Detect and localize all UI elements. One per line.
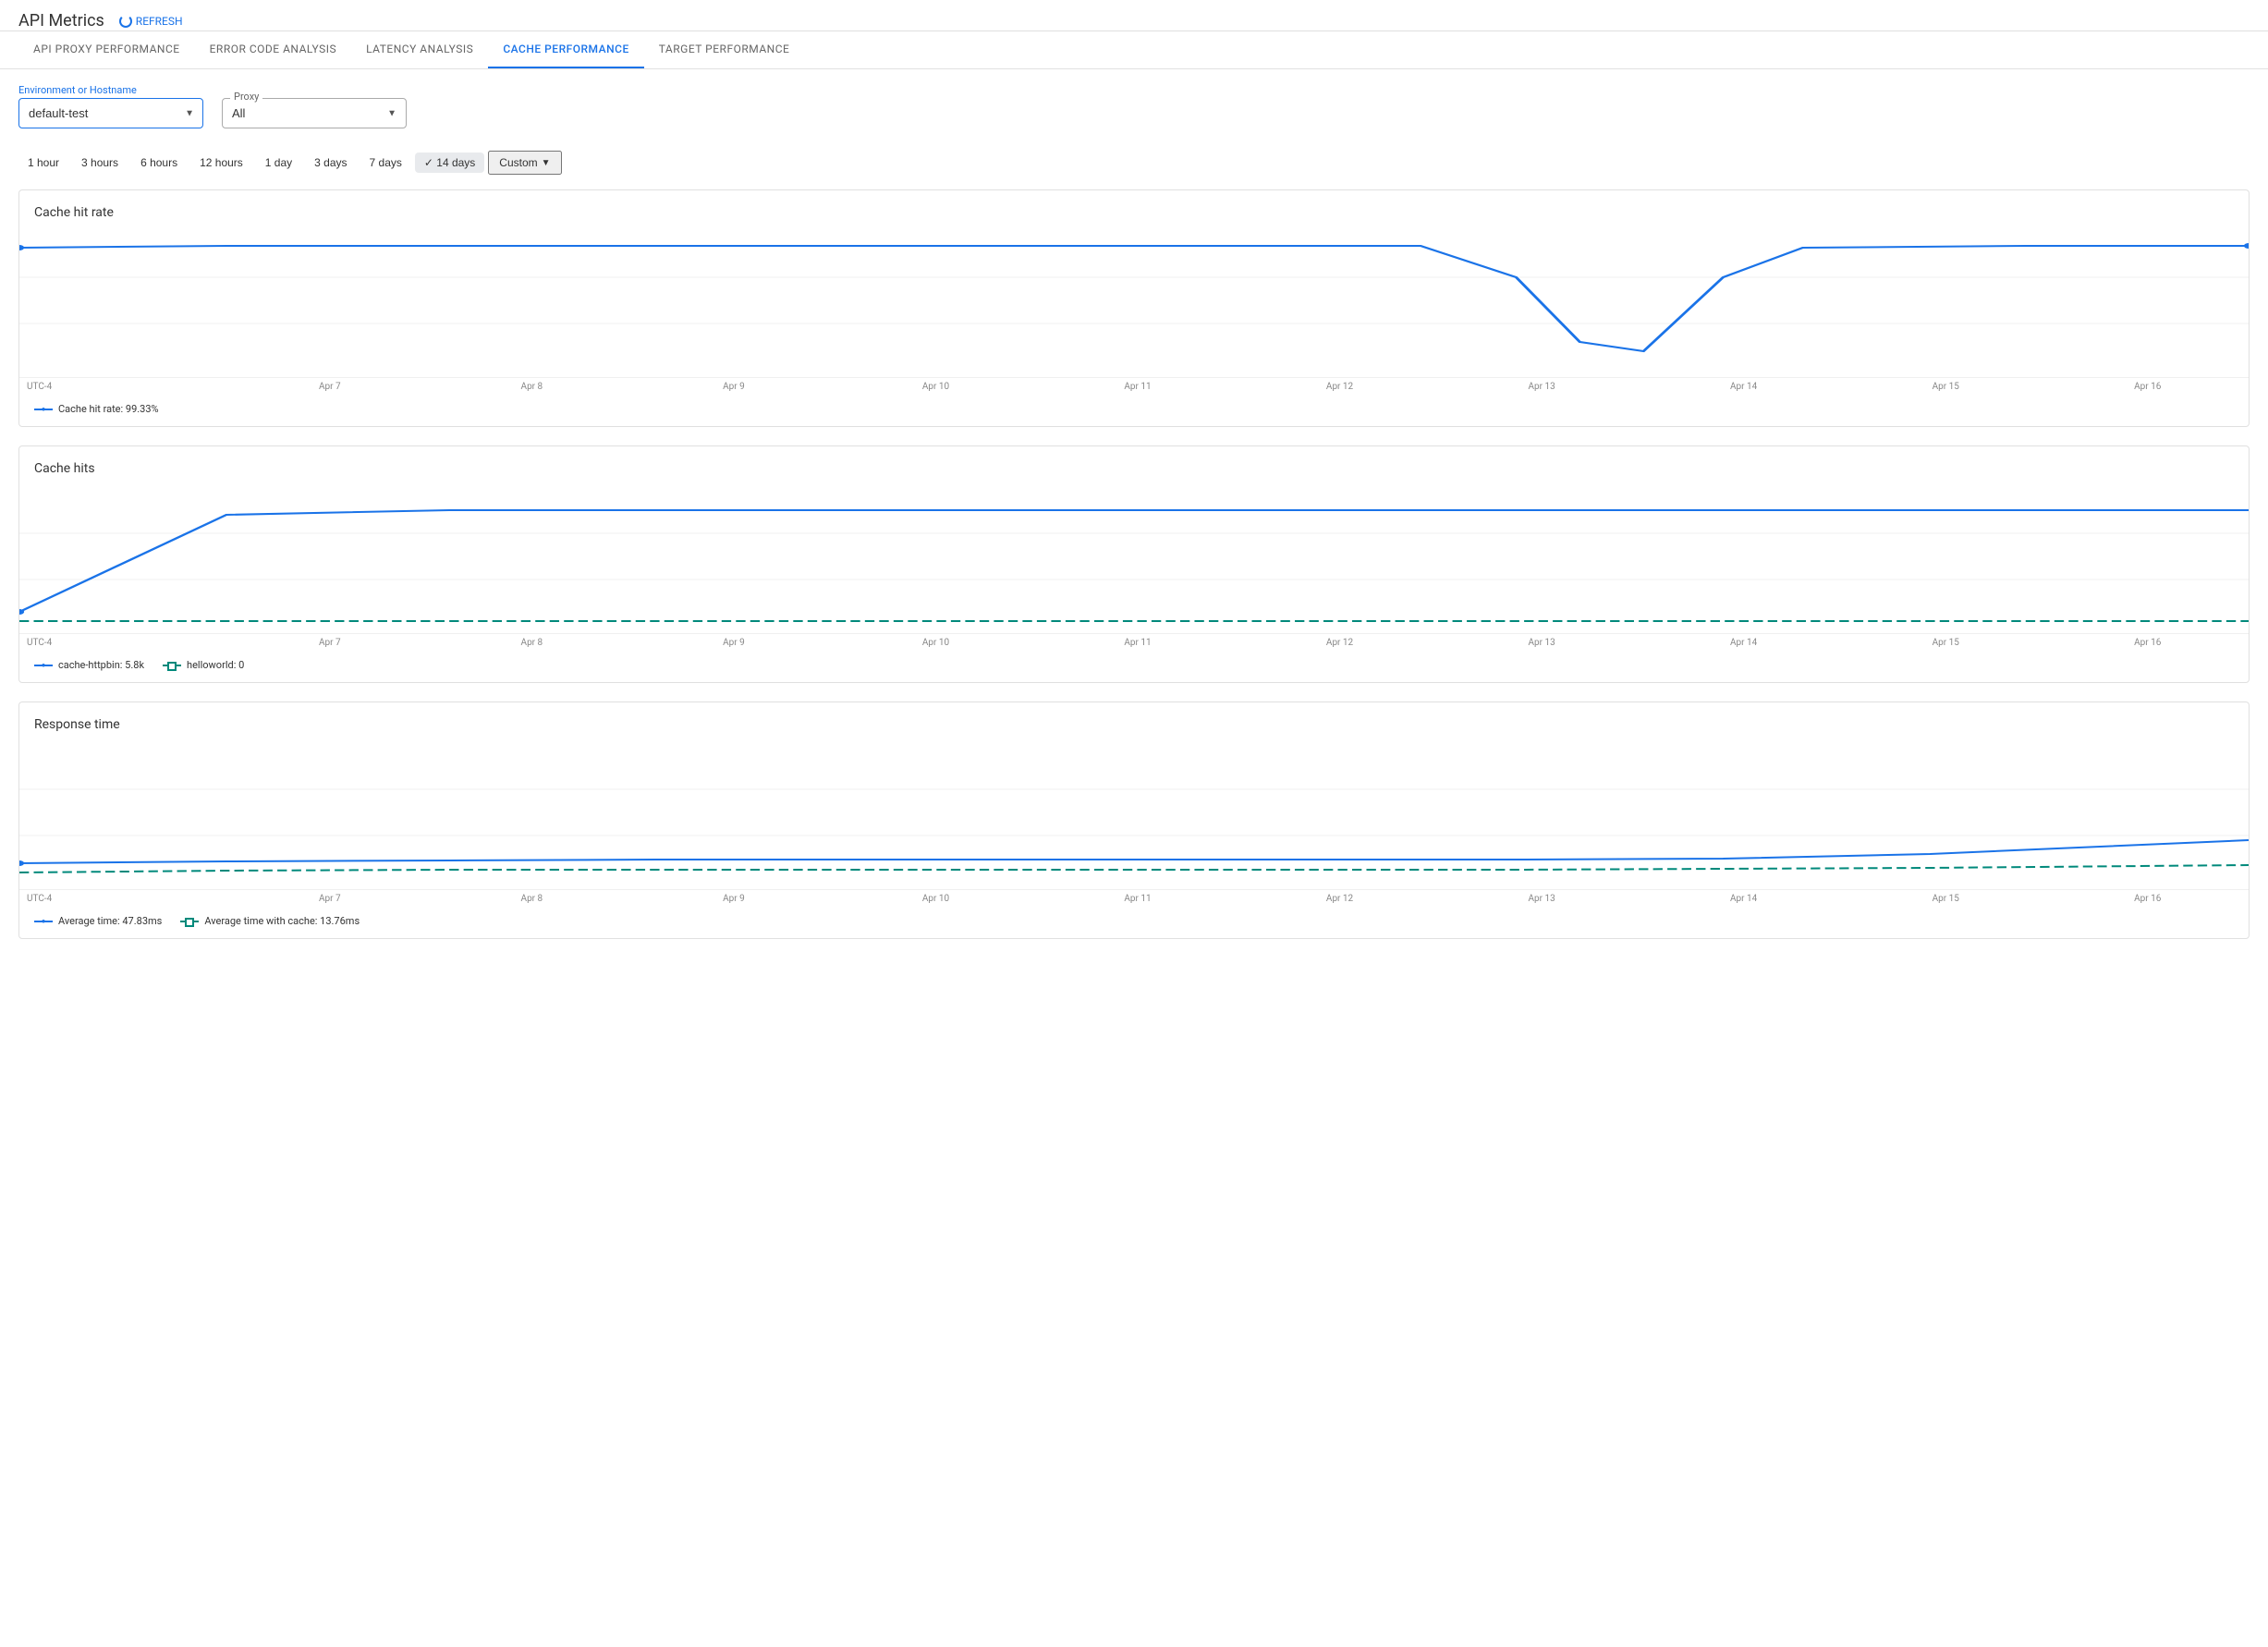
x-label-apr9-2: Apr 9	[633, 638, 835, 648]
legend-helloworld: helloworld: 0	[163, 659, 244, 671]
cache-hit-rate-area	[19, 231, 2249, 370]
legend-blue-line-2	[34, 665, 53, 666]
time-7days[interactable]: 7 days	[360, 152, 411, 173]
response-time-chart: Response time UTC-4 Apr 7 Apr 8 Apr 9 Ap…	[18, 702, 2250, 939]
time-1day[interactable]: 1 day	[256, 152, 301, 173]
time-filter-bar: 1 hour 3 hours 6 hours 12 hours 1 day 3 …	[0, 143, 2268, 189]
response-time-title: Response time	[19, 717, 2249, 743]
x-label-apr9-3: Apr 9	[633, 894, 835, 904]
legend-blue-line-3	[34, 921, 53, 922]
x-label-apr11-3: Apr 11	[1037, 894, 1239, 904]
x-label-apr15-3: Apr 15	[1845, 894, 2047, 904]
x-label-apr10-2: Apr 10	[835, 638, 1037, 648]
tab-target[interactable]: TARGET PERFORMANCE	[644, 31, 805, 68]
x-label-utc4: UTC-4	[19, 382, 229, 392]
proxy-select[interactable]: All	[223, 99, 389, 128]
x-label-apr10-3: Apr 10	[835, 894, 1037, 904]
cache-hits-title: Cache hits	[19, 461, 2249, 487]
legend-cache-httpbin: cache-httpbin: 5.8k	[34, 659, 144, 671]
tab-latency[interactable]: LATENCY ANALYSIS	[351, 31, 488, 68]
time-12hours[interactable]: 12 hours	[190, 152, 252, 173]
cache-hit-rate-title: Cache hit rate	[19, 205, 2249, 231]
cache-hit-rate-legend: Cache hit rate: 99.33%	[19, 396, 2249, 426]
page-title: API Metrics	[18, 11, 104, 30]
legend-blue-line	[34, 409, 53, 410]
tab-cache[interactable]: CACHE PERFORMANCE	[488, 31, 643, 68]
x-label-apr15-2: Apr 15	[1845, 638, 2047, 648]
environment-label: Environment or Hostname	[18, 84, 203, 96]
refresh-label: REFRESH	[136, 15, 183, 28]
page-header: API Metrics REFRESH	[0, 0, 2268, 31]
refresh-icon	[119, 15, 132, 28]
legend-avg-time-cache: Average time with cache: 13.76ms	[180, 915, 360, 927]
x-label-apr12-2: Apr 12	[1238, 638, 1441, 648]
legend-helloworld-label: helloworld: 0	[187, 659, 244, 671]
time-3days[interactable]: 3 days	[305, 152, 356, 173]
time-custom[interactable]: Custom	[488, 151, 561, 175]
environment-select-wrapper: default-test	[18, 98, 203, 128]
x-label-apr12: Apr 12	[1238, 382, 1441, 392]
cache-hit-rate-svg	[19, 231, 2249, 370]
x-label-apr13: Apr 13	[1441, 382, 1643, 392]
x-label-apr7-3: Apr 7	[229, 894, 432, 904]
x-label-apr16-2: Apr 16	[2046, 638, 2249, 648]
x-label-apr14: Apr 14	[1642, 382, 1845, 392]
filters-bar: Environment or Hostname default-test Pro…	[0, 69, 2268, 143]
environment-select[interactable]: default-test	[18, 98, 203, 128]
x-label-apr8-2: Apr 8	[431, 638, 633, 648]
cache-hits-svg	[19, 487, 2249, 626]
x-label-apr9: Apr 9	[633, 382, 835, 392]
cache-hits-x-axis: UTC-4 Apr 7 Apr 8 Apr 9 Apr 10 Apr 11 Ap…	[19, 633, 2249, 652]
cache-hit-rate-chart: Cache hit rate UTC-4 Apr 7 Apr 8 Apr 9 A…	[18, 189, 2250, 427]
response-time-legend: Average time: 47.83ms Average time with …	[19, 908, 2249, 938]
proxy-label: Proxy	[230, 91, 262, 103]
time-6hours[interactable]: 6 hours	[131, 152, 187, 173]
legend-cache-httpbin-label: cache-httpbin: 5.8k	[58, 659, 144, 671]
legend-cache-hit-rate-label: Cache hit rate: 99.33%	[58, 403, 159, 415]
response-time-svg	[19, 743, 2249, 882]
environment-filter: Environment or Hostname default-test	[18, 84, 203, 128]
time-1hour[interactable]: 1 hour	[18, 152, 68, 173]
x-label-utc4-2: UTC-4	[19, 638, 229, 648]
x-label-apr8: Apr 8	[431, 382, 633, 392]
x-label-apr12-3: Apr 12	[1238, 894, 1441, 904]
response-time-x-axis: UTC-4 Apr 7 Apr 8 Apr 9 Apr 10 Apr 11 Ap…	[19, 889, 2249, 908]
x-label-apr16: Apr 16	[2046, 382, 2249, 392]
x-label-apr14-3: Apr 14	[1642, 894, 1845, 904]
x-label-apr14-2: Apr 14	[1642, 638, 1845, 648]
time-14days[interactable]: 14 days	[415, 152, 484, 173]
legend-avg-time: Average time: 47.83ms	[34, 915, 162, 927]
x-label-utc4-3: UTC-4	[19, 894, 229, 904]
refresh-button[interactable]: REFRESH	[119, 15, 183, 28]
cache-hits-chart: Cache hits UTC-4 Apr 7 Apr 8 Apr 9 Apr 1…	[18, 445, 2250, 683]
charts-container: Cache hit rate UTC-4 Apr 7 Apr 8 Apr 9 A…	[0, 189, 2268, 939]
legend-avg-time-label: Average time: 47.83ms	[58, 915, 162, 927]
proxy-select-box: Proxy All	[222, 98, 407, 128]
x-label-apr13-2: Apr 13	[1441, 638, 1643, 648]
cache-hits-legend: cache-httpbin: 5.8k helloworld: 0	[19, 652, 2249, 682]
tab-api-proxy[interactable]: API PROXY PERFORMANCE	[18, 31, 195, 68]
tab-bar: API PROXY PERFORMANCE ERROR CODE ANALYSI…	[0, 31, 2268, 69]
x-label-apr7: Apr 7	[229, 382, 432, 392]
legend-teal-line-2	[180, 921, 199, 922]
proxy-filter: Proxy All	[222, 98, 407, 128]
time-3hours[interactable]: 3 hours	[72, 152, 128, 173]
x-label-apr16-3: Apr 16	[2046, 894, 2249, 904]
x-label-apr11: Apr 11	[1037, 382, 1239, 392]
x-label-apr7-2: Apr 7	[229, 638, 432, 648]
x-label-apr13-3: Apr 13	[1441, 894, 1643, 904]
legend-cache-hit-rate: Cache hit rate: 99.33%	[34, 403, 159, 415]
x-label-apr10: Apr 10	[835, 382, 1037, 392]
legend-avg-time-cache-label: Average time with cache: 13.76ms	[204, 915, 360, 927]
response-time-area	[19, 743, 2249, 882]
cache-hits-area	[19, 487, 2249, 626]
tab-error-code[interactable]: ERROR CODE ANALYSIS	[195, 31, 352, 68]
legend-teal-line	[163, 665, 181, 666]
x-label-apr8-3: Apr 8	[431, 894, 633, 904]
x-label-apr15: Apr 15	[1845, 382, 2047, 392]
cache-hit-rate-x-axis: UTC-4 Apr 7 Apr 8 Apr 9 Apr 10 Apr 11 Ap…	[19, 377, 2249, 396]
x-label-apr11-2: Apr 11	[1037, 638, 1239, 648]
